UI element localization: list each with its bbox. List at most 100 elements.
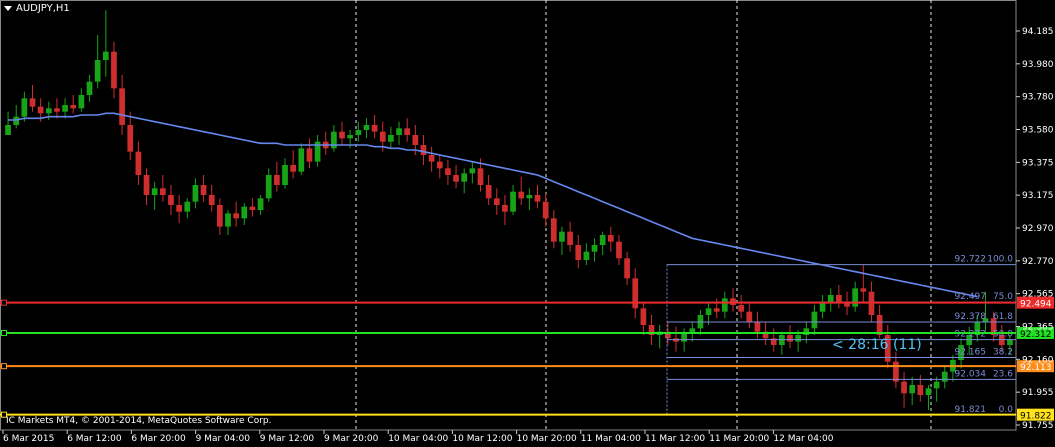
candle-body — [265, 175, 272, 199]
candle-body — [412, 135, 419, 145]
fib-level-text: 0.0 — [999, 405, 1014, 415]
candle-body — [13, 116, 20, 125]
fib-level-text: 23.6 — [993, 369, 1013, 379]
resistance-line[interactable]: 92.494 — [0, 296, 1054, 310]
candle-body — [518, 191, 525, 199]
candle-bear — [518, 176, 525, 205]
candle-body — [436, 161, 443, 169]
candle-bull — [933, 376, 940, 402]
candle-bear — [143, 168, 150, 205]
candle-body — [70, 105, 77, 109]
candle-body — [754, 321, 761, 332]
candle-body — [102, 51, 109, 60]
fib-price-text: 91.821 — [955, 405, 987, 415]
candle-body — [29, 98, 36, 107]
candle-body — [575, 245, 582, 260]
candle-bear — [306, 138, 313, 169]
candle-body — [567, 231, 573, 245]
fib-level-text: 100.0 — [987, 255, 1013, 265]
candle-body — [795, 335, 802, 342]
time-tick-label: 11 Mar 20:00 — [709, 434, 769, 444]
time-tick-label: 6 Mar 2015 — [3, 434, 54, 444]
time-tick-label: 11 Mar 12:00 — [645, 434, 705, 444]
candle-bull — [583, 243, 590, 265]
candle-body — [86, 81, 93, 95]
chart-window[interactable]: 92.722 100.0 92.497 75.0 92.378 61.8 92.272 50.… — [0, 0, 1055, 447]
symbol-text: AUDJPY,H1 — [16, 3, 70, 14]
candle-body — [1007, 340, 1013, 345]
candle-bull — [852, 281, 859, 312]
candle-bull — [811, 305, 818, 335]
candle-bull — [21, 91, 28, 122]
candle-bull — [102, 10, 109, 77]
candle-body — [45, 108, 52, 114]
candle-bear — [233, 201, 239, 227]
candle-body — [119, 88, 125, 125]
symbol-label[interactable]: AUDJPY,H1 — [4, 3, 70, 14]
candle-bull — [192, 178, 199, 209]
candle-body — [371, 125, 378, 132]
candle-body — [21, 98, 28, 117]
candle-body — [502, 205, 508, 212]
dropdown-icon[interactable] — [4, 5, 12, 11]
candle-bear — [200, 175, 207, 202]
candle-bear — [54, 98, 60, 119]
candle-body — [526, 195, 533, 199]
candle-bull — [656, 325, 663, 349]
candle-bear — [640, 301, 647, 335]
fib-level[interactable]: 92.722 100.0 — [667, 255, 1016, 266]
candle-body — [233, 213, 239, 219]
candle-body — [721, 298, 728, 312]
candle-bear — [290, 150, 297, 179]
fib-level[interactable]: 92.378 61.8 — [667, 312, 1016, 323]
price-chart[interactable]: 92.722 100.0 92.497 75.0 92.378 61.8 92.272 50.… — [0, 0, 1055, 447]
candle-bull — [94, 35, 101, 89]
time-tick-label: 10 Mar 12:00 — [452, 434, 512, 444]
copyright-text: IC Markets MT4, © 2001-2014, MetaQuotes … — [6, 416, 272, 426]
candle-body — [681, 333, 687, 342]
time-tick-label: 10 Mar 04:00 — [388, 434, 448, 444]
candle-body — [168, 195, 174, 205]
candle-bull — [559, 226, 565, 255]
candle-body — [591, 245, 598, 252]
candle-body — [37, 106, 44, 114]
candle-body — [274, 175, 280, 185]
candle-bear — [339, 121, 345, 145]
candle-bear — [453, 165, 459, 189]
candle-bear — [746, 301, 753, 329]
candle-body — [738, 305, 744, 312]
candle-bear — [575, 235, 582, 269]
candle-bear — [542, 193, 549, 227]
candle-body — [461, 173, 468, 182]
price-tag-text: 92.494 — [1020, 300, 1052, 310]
time-tick-label: 9 Mar 20:00 — [324, 434, 379, 444]
candle-body — [811, 311, 818, 329]
candle-body — [445, 168, 451, 175]
fib-level[interactable]: 91.821 0.0 — [667, 405, 1016, 416]
candle-body — [5, 125, 11, 135]
candle-body — [550, 218, 557, 242]
hline-handle[interactable] — [1, 299, 7, 306]
candle-bear — [159, 175, 166, 202]
candle-body — [363, 125, 370, 130]
hline-handle[interactable] — [1, 330, 7, 336]
fib-level[interactable]: 92.034 23.6 — [667, 369, 1016, 380]
hline-handle[interactable] — [1, 363, 7, 370]
time-tick-label: 10 Mar 20:00 — [517, 434, 577, 444]
candle-bull — [819, 295, 826, 319]
candle-body — [453, 175, 459, 182]
candle-bull — [388, 126, 394, 149]
candle-body — [176, 205, 182, 212]
candle-bull — [941, 365, 948, 389]
time-tick-label: 9 Mar 04:00 — [196, 434, 251, 444]
price-tick-label: 93.780 — [1022, 93, 1054, 103]
candle-body — [404, 128, 411, 135]
candle-bear — [616, 235, 622, 265]
candle-bear — [754, 311, 761, 339]
candle-bull — [510, 185, 516, 215]
ma-line — [8, 112, 978, 298]
candle-body — [225, 213, 231, 227]
candle-body — [477, 168, 484, 185]
fibonacci-retracement[interactable]: 92.722 100.0 92.497 75.0 92.378 61.8 92.272 50.… — [666, 255, 1016, 416]
candle-bear — [787, 325, 793, 349]
